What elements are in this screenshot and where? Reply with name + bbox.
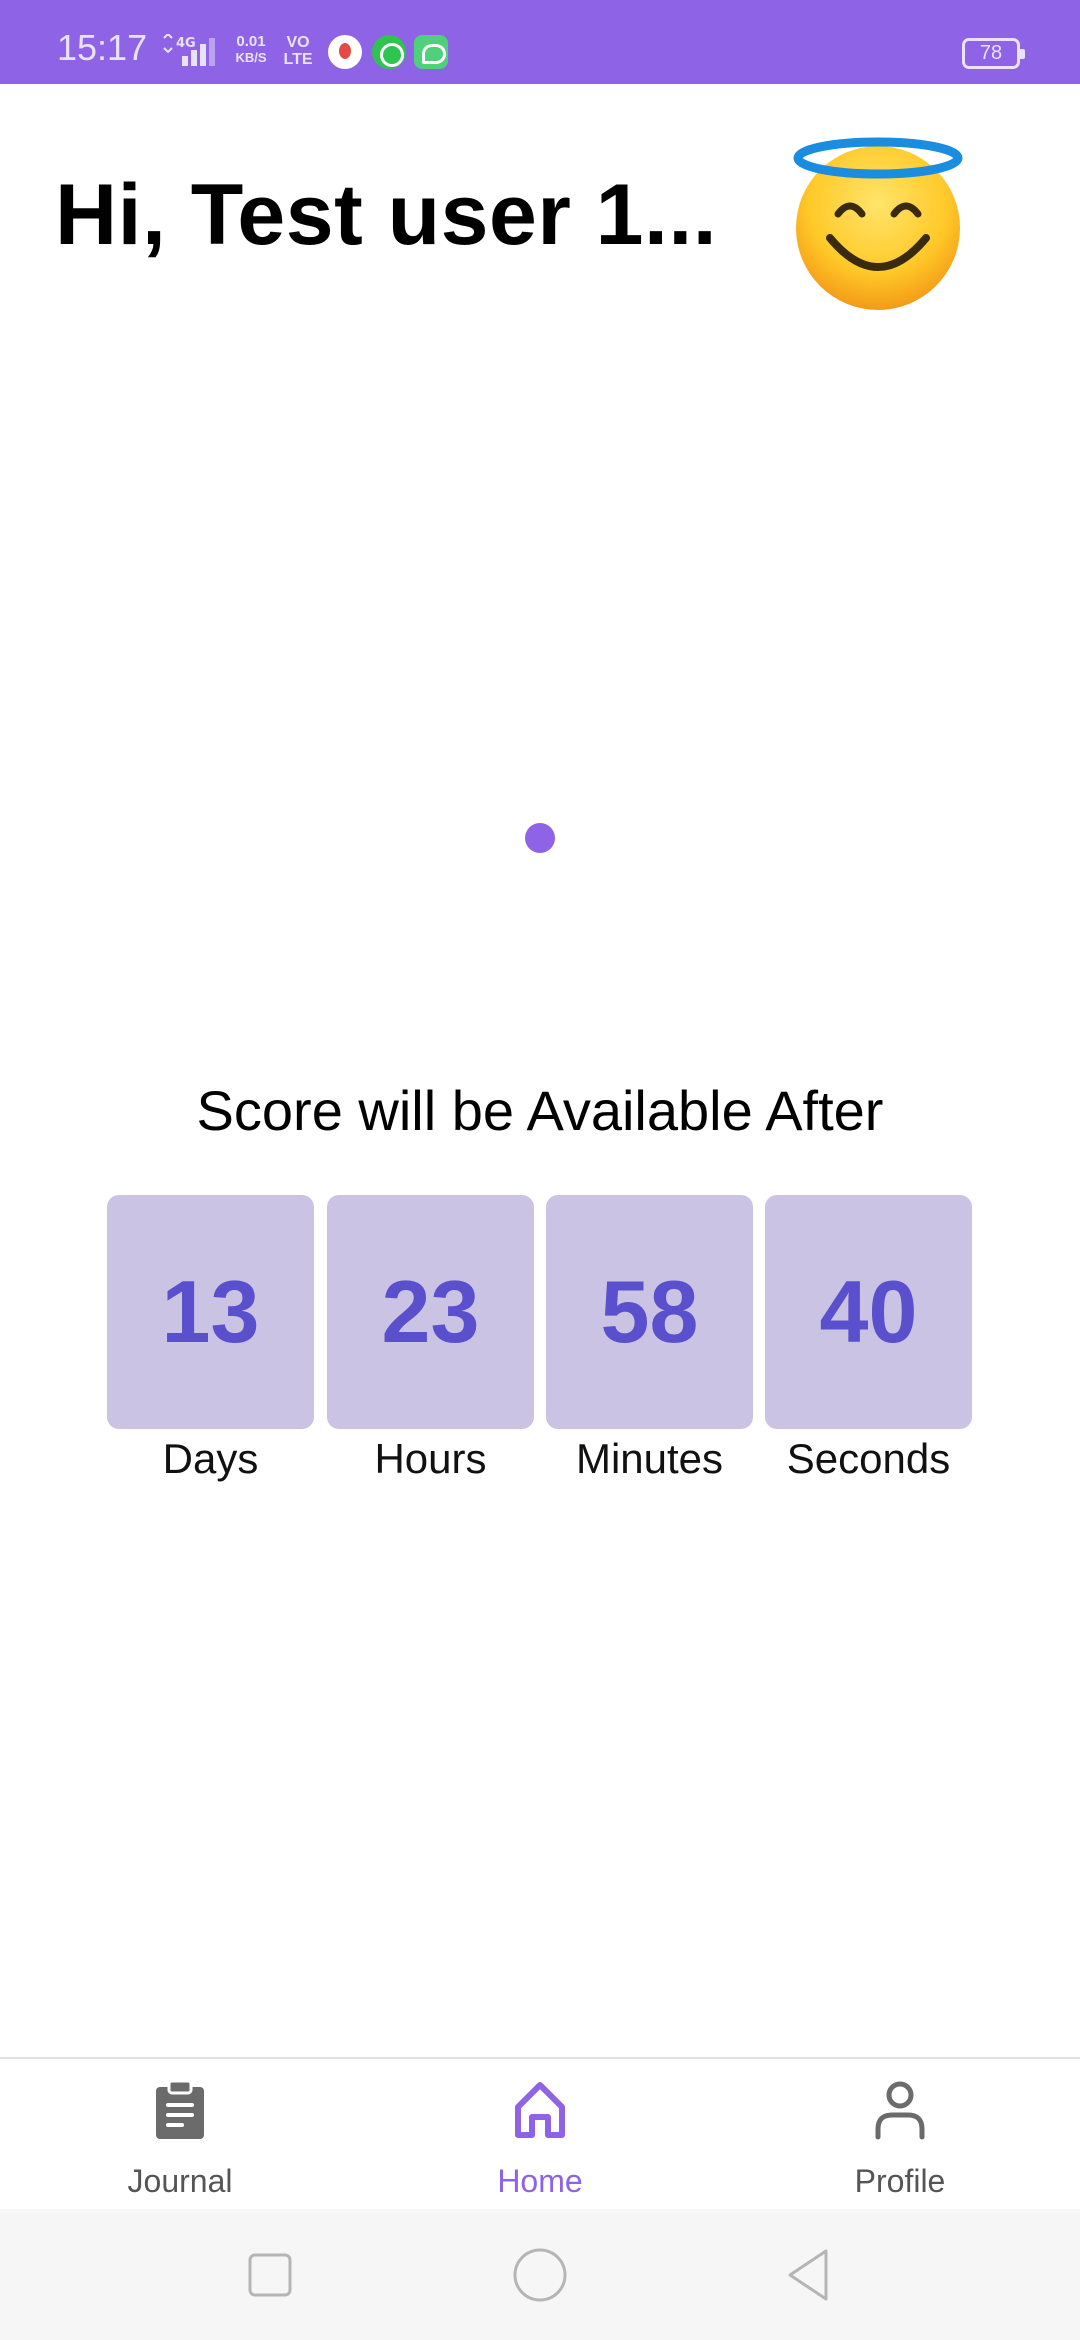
nav-item-journal[interactable]: Journal xyxy=(80,2059,280,2209)
clipboard-icon xyxy=(156,2079,204,2139)
countdown-seconds-label: Seconds xyxy=(786,1435,951,1482)
system-home-icon[interactable] xyxy=(510,2245,570,2305)
home-icon xyxy=(515,2082,565,2138)
battery-level: 78 xyxy=(979,42,1003,64)
countdown-days-box: 13 xyxy=(107,1195,314,1429)
countdown-days-label: Days xyxy=(162,1435,259,1482)
nav-label-home: Home xyxy=(497,2163,583,2199)
data-speed-value: 0.01 xyxy=(236,33,266,50)
signal-icon: 4G xyxy=(163,34,215,66)
volte-indicator: VO LTE xyxy=(280,34,316,68)
countdown-hours-value: 23 xyxy=(381,1262,480,1361)
volte-line2: LTE xyxy=(283,51,313,68)
greeting-title: Hi, Test user 1... xyxy=(55,167,718,263)
status-bar: 15:17 4G 0.01 KB/S VO LTE 78 xyxy=(0,0,1080,84)
countdown-minutes-value: 58 xyxy=(600,1262,699,1361)
countdown-hours-label: Hours xyxy=(374,1435,487,1482)
chat-app-icon xyxy=(414,35,448,69)
countdown-seconds-value: 40 xyxy=(819,1262,918,1361)
battery-icon: 78 xyxy=(962,38,1025,69)
nav-item-profile[interactable]: Profile xyxy=(800,2059,1000,2209)
status-time: 15:17 xyxy=(57,27,148,68)
countdown-minutes-label: Minutes xyxy=(575,1435,724,1482)
nav-label-profile: Profile xyxy=(854,2163,946,2199)
back-icon[interactable] xyxy=(780,2245,840,2305)
system-navigation-bar xyxy=(0,2209,1080,2340)
score-availability-title: Score will be Available After xyxy=(196,1079,884,1142)
nav-item-home[interactable]: Home xyxy=(440,2059,640,2209)
loading-indicator xyxy=(525,823,555,853)
countdown-seconds-box: 40 xyxy=(765,1195,972,1429)
recent-apps-icon[interactable] xyxy=(240,2245,300,2305)
user-icon xyxy=(875,2081,925,2140)
network-type-label: 4G xyxy=(176,36,196,51)
volte-line1: VO xyxy=(286,34,310,51)
map-app-icon xyxy=(328,35,362,69)
data-speed: 0.01 KB/S xyxy=(230,34,272,66)
data-speed-unit: KB/S xyxy=(235,50,267,65)
bottom-navigation: Journal Home Profile xyxy=(0,2057,1080,2209)
nav-label-journal: Journal xyxy=(127,2163,233,2199)
whatsapp-icon xyxy=(372,35,406,69)
countdown-hours-box: 23 xyxy=(327,1195,534,1429)
countdown-minutes-box: 58 xyxy=(546,1195,753,1429)
countdown-days-value: 13 xyxy=(161,1262,260,1361)
smiling-face-with-halo-icon[interactable] xyxy=(790,136,970,316)
